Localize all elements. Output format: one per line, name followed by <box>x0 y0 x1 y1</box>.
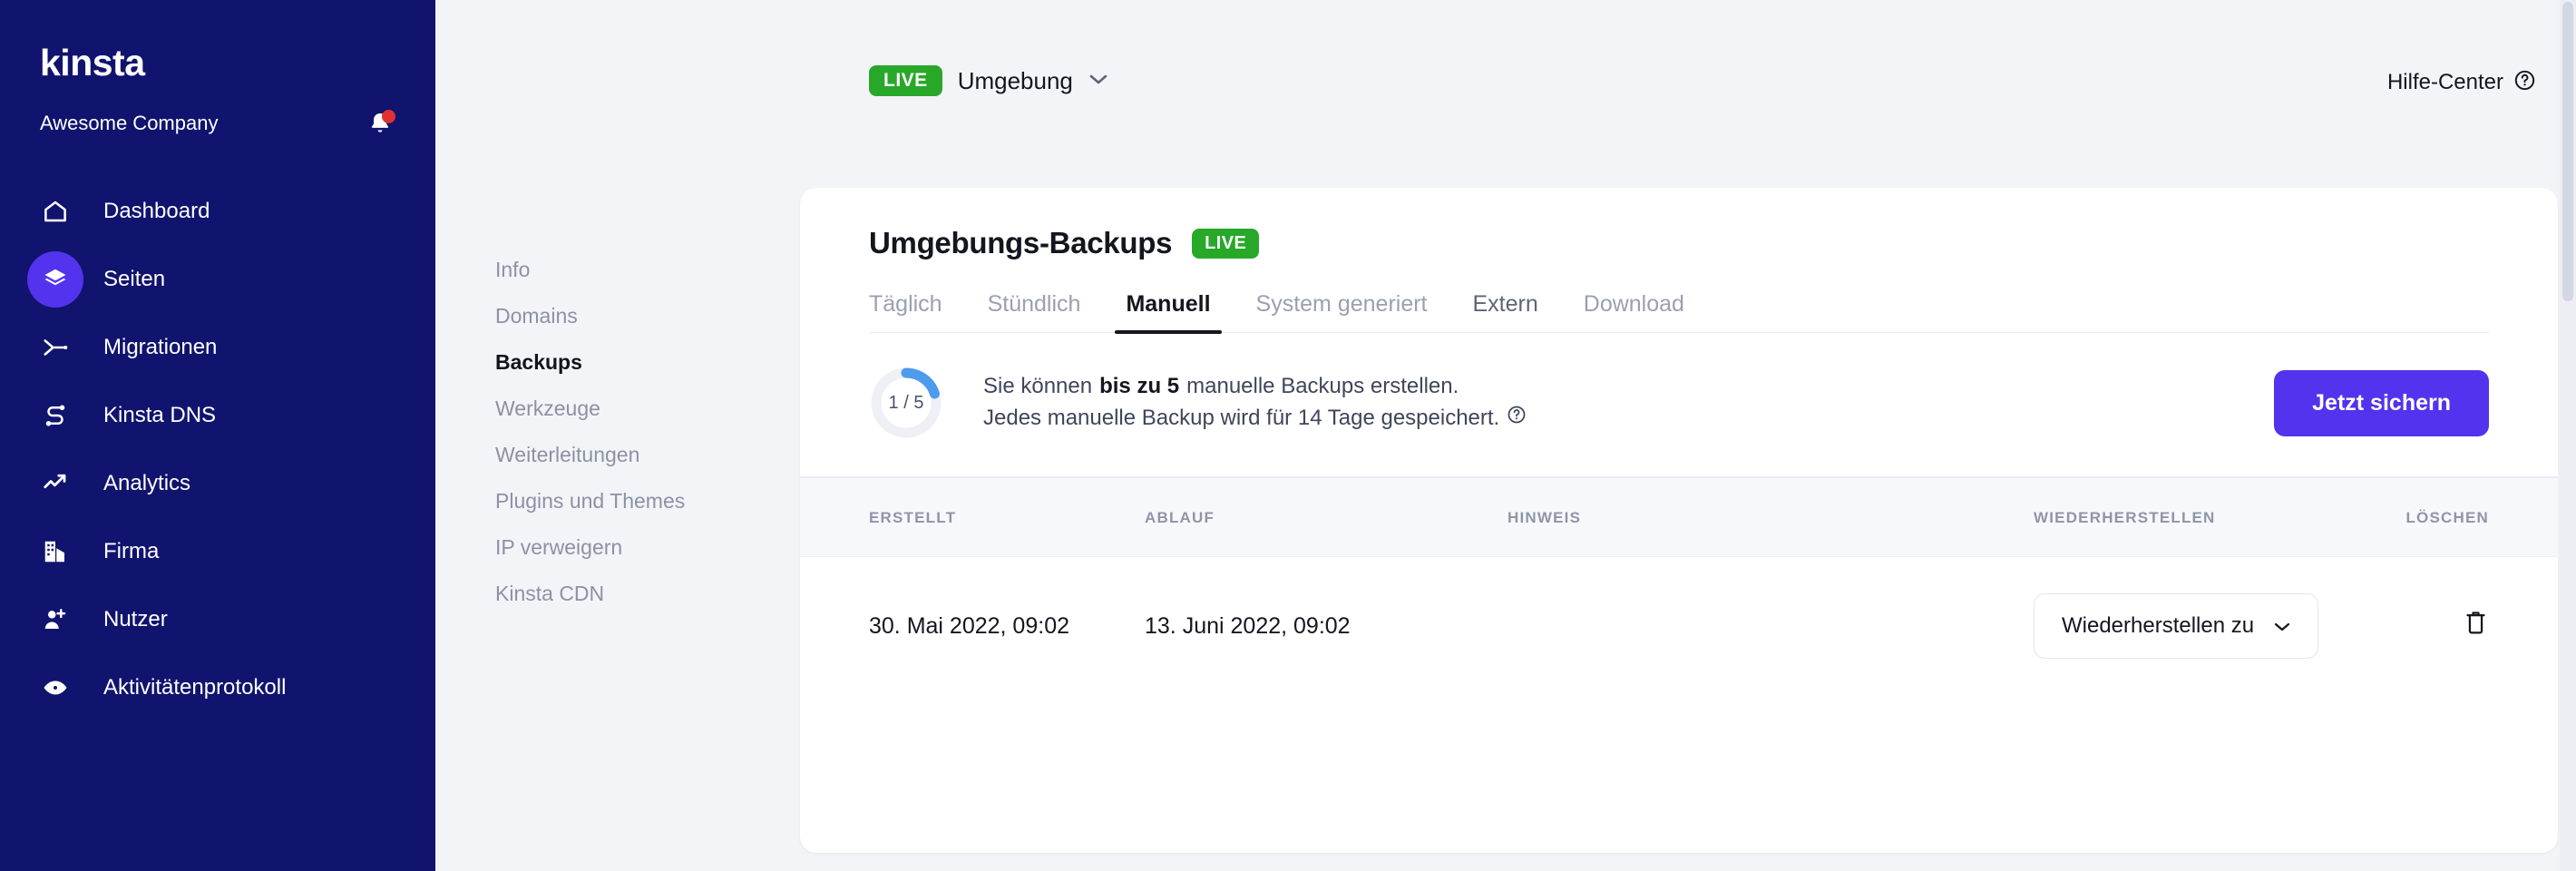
card-title-row: Umgebungs-Backups LIVE <box>869 226 2489 260</box>
status-badge: LIVE <box>1192 228 1260 259</box>
sidebar-item-label: Nutzer <box>103 607 168 631</box>
sidebar-item-label: Firma <box>103 539 160 563</box>
tab-download[interactable]: Download <box>1584 291 1684 332</box>
home-icon <box>27 183 83 240</box>
subnav-item-domains[interactable]: Domains <box>435 293 798 339</box>
page-title: Umgebungs-Backups <box>869 226 1173 259</box>
primary-sidebar: kinsta Awesome Company Dashboard Seiten … <box>0 0 435 871</box>
column-header-loeschen: LÖSCHEN <box>2360 477 2558 557</box>
question-circle-icon <box>2513 69 2536 96</box>
sidebar-nav: Dashboard Seiten Migrationen Kinsta DNS … <box>0 183 435 716</box>
table-row: 30. Mai 2022, 09:02 13. Juni 2022, 09:02… <box>800 557 2558 696</box>
subnav-item-backups[interactable]: Backups <box>435 339 798 386</box>
sidebar-item-label: Analytics <box>103 471 191 495</box>
cell-hinweis <box>1508 557 2034 696</box>
quota-line2-text: Jedes manuelle Backup wird für 14 Tage g… <box>983 406 1500 430</box>
sidebar-item-label: Seiten <box>103 267 166 291</box>
user-plus-icon <box>27 592 83 648</box>
restore-dropdown-label: Wiederherstellen zu <box>2062 613 2255 638</box>
sidebar-item-label: Kinsta DNS <box>103 403 217 427</box>
backups-card: Umgebungs-Backups LIVE Täglich Stündlich… <box>800 188 2558 853</box>
company-name: Awesome Company <box>40 112 219 134</box>
subnav-item-plugins-und-themes[interactable]: Plugins und Themes <box>435 478 798 524</box>
quota-info-line-1: Sie können bis zu 5 manuelle Backups ers… <box>983 371 1527 403</box>
building-icon <box>27 524 83 580</box>
sidebar-item-seiten[interactable]: Seiten <box>0 251 435 308</box>
restore-dropdown[interactable]: Wiederherstellen zu <box>2034 593 2319 659</box>
quota-info-row: 1 / 5 Sie können bis zu 5 manuelle Backu… <box>800 333 2558 477</box>
dns-icon <box>27 387 83 444</box>
notification-dot <box>382 110 395 123</box>
backups-table: ERSTELLT ABLAUF HINWEIS WIEDERHERSTELLEN… <box>800 477 2558 695</box>
environment-selector[interactable]: LIVE Umgebung <box>869 65 1108 96</box>
create-backup-button[interactable]: Jetzt sichern <box>2274 369 2489 436</box>
help-center-button[interactable]: Hilfe-Center <box>2387 69 2536 96</box>
site-subnav: Info Domains Backups Werkzeuge Weiterlei… <box>435 0 798 871</box>
trash-icon <box>2463 609 2489 640</box>
sidebar-item-label: Aktivitätenprotokoll <box>103 675 287 700</box>
main-content: LIVE Umgebung Hilfe-Center Umgebungs-Bac… <box>798 0 2576 871</box>
quota-ring-label: 1 / 5 <box>888 392 924 413</box>
subnav-item-info[interactable]: Info <box>435 247 798 293</box>
sidebar-item-label: Migrationen <box>103 335 218 359</box>
migration-icon <box>27 319 83 376</box>
sidebar-item-migrationen[interactable]: Migrationen <box>0 319 435 376</box>
cell-wiederherstellen: Wiederherstellen zu <box>2034 557 2360 696</box>
tab-manuell[interactable]: Manuell <box>1115 291 1222 334</box>
table-body: 30. Mai 2022, 09:02 13. Juni 2022, 09:02… <box>800 557 2558 696</box>
trend-up-icon <box>27 455 83 512</box>
column-header-hinweis: HINWEIS <box>1508 477 2034 557</box>
brand-row: kinsta <box>0 38 435 87</box>
cell-ablauf: 13. Juni 2022, 09:02 <box>1145 612 1351 639</box>
sidebar-item-analytics[interactable]: Analytics <box>0 455 435 512</box>
sidebar-item-kinsta-dns[interactable]: Kinsta DNS <box>0 387 435 444</box>
table-header: ERSTELLT ABLAUF HINWEIS WIEDERHERSTELLEN… <box>800 477 2558 557</box>
sidebar-item-aktivitaetenprotokoll[interactable]: Aktivitätenprotokoll <box>0 660 435 716</box>
table-header-row: ERSTELLT ABLAUF HINWEIS WIEDERHERSTELLEN… <box>800 477 2558 557</box>
tab-taeglich[interactable]: Täglich <box>869 291 942 332</box>
quota-line1-strong: bis zu 5 <box>1099 374 1180 399</box>
cell-loeschen <box>2360 557 2558 696</box>
subnav-item-ip-verweigern[interactable]: IP verweigern <box>435 524 798 571</box>
help-center-label: Hilfe-Center <box>2386 70 2503 94</box>
quota-line1-suffix: manuelle Backups erstellen. <box>1186 374 1459 399</box>
environment-label: Umgebung <box>957 66 1073 94</box>
environment-live-badge: LIVE <box>869 65 942 96</box>
delete-backup-button[interactable] <box>2463 609 2489 640</box>
subnav-item-werkzeuge[interactable]: Werkzeuge <box>435 386 798 432</box>
subnav-item-kinsta-cdn[interactable]: Kinsta CDN <box>435 571 798 617</box>
chevron-down-icon <box>1088 73 1108 90</box>
layers-icon <box>27 251 83 308</box>
chevron-down-icon <box>2274 613 2290 639</box>
column-header-wiederherstellen: WIEDERHERSTELLEN <box>2034 477 2360 557</box>
page-scrollbar[interactable] <box>2560 0 2576 871</box>
sidebar-item-nutzer[interactable]: Nutzer <box>0 592 435 648</box>
app-root: kinsta Awesome Company Dashboard Seiten … <box>0 0 2576 871</box>
scrollbar-thumb[interactable] <box>2562 2 2573 301</box>
tab-extern[interactable]: Extern <box>1473 291 1538 332</box>
kinsta-logo[interactable]: kinsta <box>40 44 145 82</box>
column-header-ablauf: ABLAUF <box>1145 477 1508 557</box>
tab-stuendlich[interactable]: Stündlich <box>988 291 1081 332</box>
sidebar-item-label: Dashboard <box>103 199 210 223</box>
eye-icon <box>27 660 83 716</box>
quota-info-line-2: Jedes manuelle Backup wird für 14 Tage g… <box>983 403 1527 435</box>
sidebar-item-firma[interactable]: Firma <box>0 524 435 580</box>
quota-ring: 1 / 5 <box>869 366 943 440</box>
company-row: Awesome Company <box>0 102 435 145</box>
cell-erstellt: 30. Mai 2022, 09:02 <box>869 612 1069 639</box>
column-header-erstellt: ERSTELLT <box>800 477 1145 557</box>
sidebar-item-dashboard[interactable]: Dashboard <box>0 183 435 240</box>
quota-line1-prefix: Sie können <box>983 374 1093 399</box>
subnav-item-weiterleitungen[interactable]: Weiterleitungen <box>435 432 798 478</box>
question-circle-icon[interactable] <box>1507 403 1527 435</box>
notifications-button[interactable] <box>365 108 395 139</box>
backup-tabs: Täglich Stündlich Manuell System generie… <box>869 291 2489 334</box>
top-bar: LIVE Umgebung Hilfe-Center <box>798 0 2576 145</box>
tab-system-generiert[interactable]: System generiert <box>1256 291 1428 332</box>
quota-info-text: Sie können bis zu 5 manuelle Backups ers… <box>983 371 1527 435</box>
card-header: Umgebungs-Backups LIVE Täglich Stündlich… <box>800 188 2558 334</box>
